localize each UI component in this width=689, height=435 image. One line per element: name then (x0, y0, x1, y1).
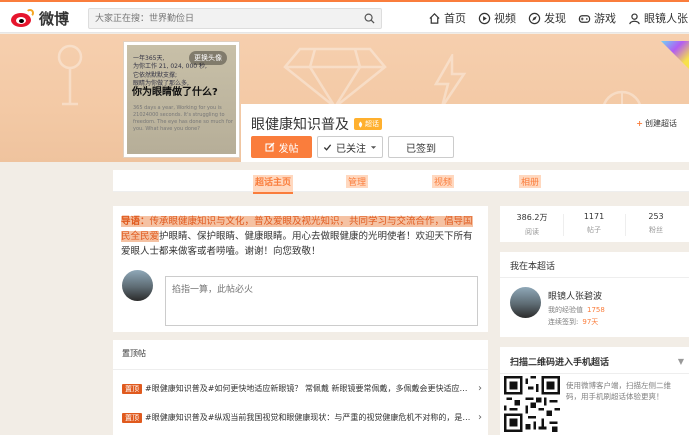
plus-icon: + (636, 119, 643, 128)
member-name[interactable]: 眼镜人张碧波 (548, 289, 602, 302)
tab-bar: 超话主页 管理 视频 相册 (113, 170, 689, 194)
lightning-decoration-icon (433, 54, 467, 108)
weibo-logo-icon (11, 9, 35, 27)
video-icon (478, 12, 491, 24)
stat-reads[interactable]: 386.2万 阅读 (502, 212, 562, 237)
sign-streak-line: 连续签到: 97天 (548, 318, 599, 326)
collapse-icon[interactable]: ▼ (678, 357, 684, 366)
avatar-image: 一年365天, 为你工作 21, 024, 000 秒, 它依然默默支撑; 眼睛… (127, 45, 236, 154)
create-super-topic-link[interactable]: + 创建超话 (636, 118, 677, 129)
chevron-right-icon: › (478, 383, 482, 394)
flame-icon (358, 120, 363, 128)
intro-card: 导语：传承眼健康知识与文化，普及爱眼及视光知识，共同学习与交流合作，倡导国民全民… (113, 206, 488, 332)
nav-video-label: 视频 (494, 12, 516, 25)
avatar[interactable] (122, 270, 153, 301)
stat-value: 386.2万 (516, 213, 548, 222)
home-icon (429, 12, 440, 24)
nav-game-label: 游戏 (594, 12, 616, 25)
page-title: 眼健康知识普及 (251, 117, 349, 133)
title-row: 眼健康知识普及 超话 (251, 114, 382, 134)
nav-user[interactable]: 眼镜人张 (628, 10, 688, 26)
sign-streak-value: 97天 (582, 318, 599, 326)
divider (113, 369, 488, 370)
search-box[interactable] (88, 8, 382, 29)
membership-heading: 我在本超话 (510, 262, 556, 272)
sign-in-button[interactable]: 已签到 (388, 136, 454, 158)
check-icon (323, 143, 332, 151)
action-buttons: 发帖 已关注 已签到 (251, 136, 454, 158)
experience-value: 1758 (587, 306, 605, 314)
topic-avatar[interactable]: 一年365天, 为你工作 21, 024, 000 秒, 它依然默默支撑; 眼睛… (123, 41, 240, 158)
top-nav: 微博 首页 视频 发现 游戏 眼镜人张 (0, 0, 689, 33)
pinned-post-text: #眼健康知识普及#如何更快地适应新眼镜？ 常佩戴 新眼镜要常佩戴，多佩戴会更快适… (145, 384, 468, 393)
logo-text: 微博 (39, 9, 70, 28)
gem-decoration-icon (283, 47, 387, 109)
stat-label: 帖子 (587, 226, 601, 234)
chevron-down-icon (370, 145, 377, 149)
stat-label: 粉丝 (649, 226, 663, 234)
divider (500, 277, 689, 278)
pinned-post-item[interactable]: 置顶 #眼健康知识普及#纵观当前我国视觉和眼健康现状：与严重的视觉健康危机不对称… (122, 412, 482, 423)
user-icon (629, 12, 640, 24)
intro-text: 导语：传承眼健康知识与文化，普及爱眼及视光知识，共同学习与交流合作，倡导国民全民… (121, 214, 481, 259)
follow-button[interactable]: 已关注 (317, 136, 383, 158)
pinned-tag: 置顶 (122, 383, 142, 394)
tab-album[interactable]: 相册 (519, 175, 542, 188)
nav-home-label: 首页 (444, 12, 466, 25)
search-icon[interactable] (364, 13, 375, 24)
nav-video[interactable]: 视频 (478, 10, 516, 26)
nav-home[interactable]: 首页 (428, 10, 466, 26)
nav-game[interactable]: 游戏 (578, 10, 616, 26)
intro-rest: 护眼睛、保护眼睛、健康眼睛。用心去做眼健康的光明使者！欢迎天下所有爱眼人士都来做… (121, 231, 473, 257)
intro-label: 导语： (121, 216, 150, 227)
stat-value: 253 (648, 212, 664, 221)
stat-fans[interactable]: 253 粉丝 (626, 212, 686, 235)
divider (500, 373, 689, 374)
microphone-decoration-icon (57, 44, 83, 106)
tab-home[interactable]: 超话主页 (253, 175, 294, 194)
change-avatar-button[interactable]: 更换头像 (189, 51, 227, 65)
post-composer-input[interactable] (165, 276, 478, 326)
pinned-post-text: #眼健康知识普及#纵观当前我国视觉和眼健康现状：与严重的视觉健康危机不对称的，是… (145, 413, 471, 422)
qr-card: 扫描二维码进入手机超话 ▼ 使用微博客户端，扫描左侧二维码，用手机刷超话体验更爽… (500, 347, 689, 435)
qr-code-image (504, 376, 560, 432)
weibo-logo[interactable]: 微博 (11, 8, 69, 28)
stats-card: 386.2万 阅读 1171 帖子 253 粉丝 (500, 206, 689, 242)
tab-manage[interactable]: 管理 (346, 175, 369, 188)
edit-icon (264, 142, 274, 152)
nav-discover-label: 发现 (544, 12, 566, 25)
nav-user-label: 眼镜人张 (644, 12, 688, 25)
avatar-small-copy: 365 days a year, Working for you is 2102… (133, 105, 233, 132)
stat-value: 1171 (583, 212, 605, 221)
qr-heading: 扫描二维码进入手机超话 (510, 358, 610, 368)
pinned-post-item[interactable]: 置顶 #眼健康知识普及#如何更快地适应新眼镜？ 常佩戴 新眼镜要常佩戴，多佩戴会… (122, 383, 482, 394)
super-topic-badge: 超话 (354, 118, 382, 130)
stat-label: 阅读 (525, 228, 539, 236)
discover-icon (528, 12, 541, 24)
chevron-right-icon: › (478, 412, 482, 423)
post-button[interactable]: 发帖 (251, 136, 312, 158)
tab-video[interactable]: 视频 (432, 175, 455, 188)
pinned-tag: 置顶 (122, 412, 142, 423)
profile-card: 眼健康知识普及 超话 + 创建超话 发帖 已关注 已签到 (241, 104, 689, 162)
my-membership-card: 我在本超话 眼镜人张碧波 我的经验值 1758 连续签到: 97天 (500, 252, 689, 337)
stat-posts[interactable]: 1171 帖子 (564, 212, 624, 235)
game-icon (578, 14, 591, 23)
nav-links: 首页 视频 发现 游戏 眼镜人张 (428, 10, 688, 26)
pinned-heading: 置顶帖 (122, 349, 146, 358)
experience-line: 我的经验值 1758 (548, 306, 605, 314)
avatar[interactable] (510, 287, 541, 318)
pinned-posts-card: 置顶帖 置顶 #眼健康知识普及#如何更快地适应新眼镜？ 常佩戴 新眼镜要常佩戴，… (113, 340, 488, 435)
nav-discover[interactable]: 发现 (528, 10, 566, 26)
qr-description: 使用微博客户端，扫描左侧二维码，用手机刷超话体验更爽！ (566, 381, 671, 401)
avatar-headline: 你为眼睛做了什么? (132, 87, 218, 98)
search-input[interactable] (89, 9, 349, 28)
